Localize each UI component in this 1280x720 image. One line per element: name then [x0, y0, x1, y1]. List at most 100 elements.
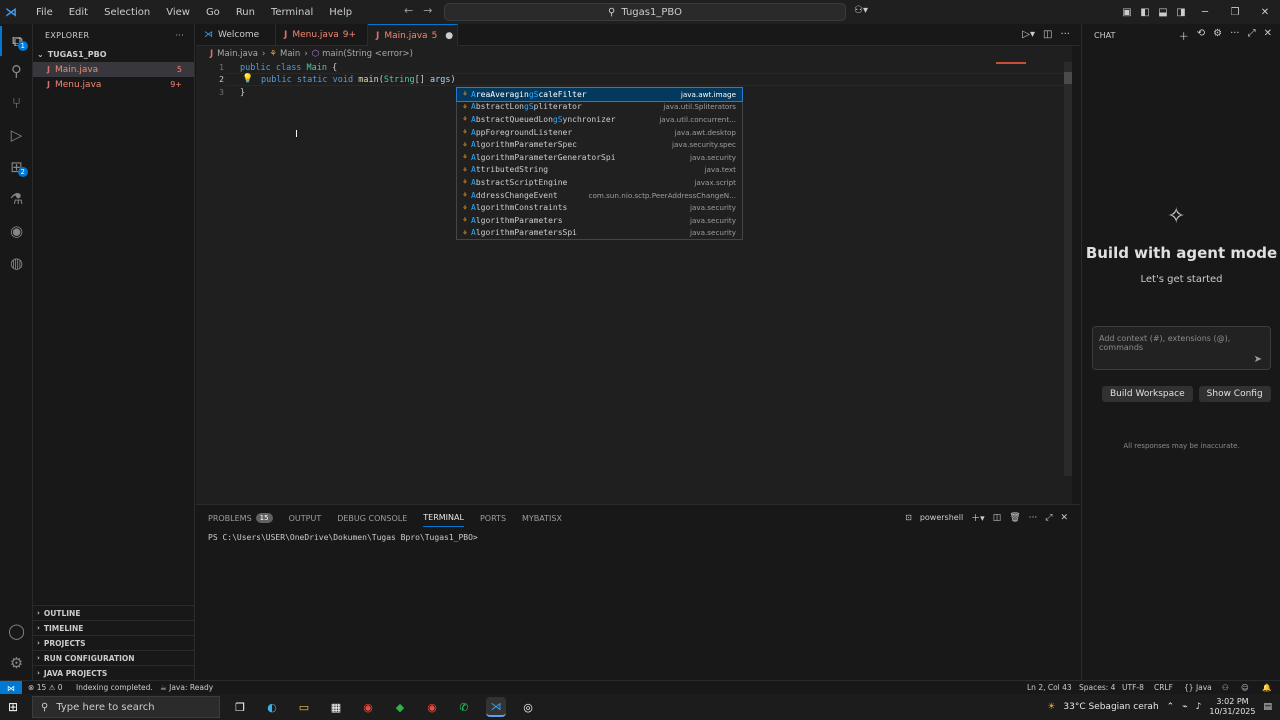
notification-icon[interactable]: ▤ — [1263, 702, 1272, 712]
gear-icon[interactable]: ⚙ — [1213, 28, 1222, 43]
close-panel-icon[interactable]: ✕ — [1060, 513, 1068, 523]
clock[interactable]: 3:02 PM 10/31/2025 — [1209, 697, 1255, 717]
indent-status[interactable]: Spaces: 4 — [1079, 683, 1115, 692]
remote-explorer-icon[interactable]: ◉ — [0, 216, 33, 246]
maximize-panel-icon[interactable]: ⤢ — [1045, 513, 1052, 523]
eol-status[interactable]: CRLF — [1154, 683, 1173, 692]
suggestion-item[interactable]: ⚘ AlgorithmConstraints java.security — [457, 201, 742, 214]
maximize-icon[interactable]: ⤢ — [1248, 28, 1256, 43]
suggestion-item[interactable]: ⚘ AddressChangeEvent com.sun.nio.sctp.Peer… — [457, 189, 742, 202]
section-outline[interactable]: › OUTLINE — [33, 605, 195, 620]
menu-go[interactable]: Go — [198, 7, 228, 18]
section-java-projects[interactable]: › JAVA PROJECTS — [33, 665, 195, 680]
section-projects[interactable]: › PROJECTS — [33, 635, 195, 650]
menu-help[interactable]: Help — [321, 7, 360, 18]
weather-text[interactable]: 33°C Sebagian cerah — [1063, 702, 1158, 712]
suggestion-item[interactable]: ⚘ AlgorithmParameterGeneratorSpi java.secu… — [457, 151, 742, 164]
shell-name[interactable]: powershell — [920, 513, 963, 522]
copilot-icon[interactable]: ⚇▾ — [854, 5, 868, 16]
remote-icon[interactable]: ⋈ — [0, 681, 22, 695]
task-view-icon[interactable]: ❐ — [230, 697, 250, 717]
split-editor-icon[interactable]: ◫ — [1043, 29, 1052, 40]
settings-gear-icon[interactable]: ⚙ — [0, 648, 33, 678]
minimize-icon[interactable]: ─ — [1190, 7, 1220, 18]
tab-welcome[interactable]: ⋊ Welcome — [196, 24, 276, 46]
more-actions-icon[interactable]: ··· — [175, 31, 184, 40]
tab-mybatisx[interactable]: MYBATISX — [522, 509, 562, 527]
windows-start-icon[interactable]: ⊞ — [8, 700, 18, 714]
file-menu-java[interactable]: J Menu.java 9+ — [33, 77, 194, 92]
whatsapp-icon[interactable]: ✆ — [454, 697, 474, 717]
suggestion-item[interactable]: ⚘ AbstractQueuedLongSynchronizer java.util… — [457, 113, 742, 126]
app-green-icon[interactable]: ◆ — [390, 697, 410, 717]
terminal-prompt[interactable]: PS C:\Users\USER\OneDrive\Dokumen\Tugas … — [208, 533, 478, 542]
app-misc-icon[interactable]: ◎ — [518, 697, 538, 717]
menu-run[interactable]: Run — [228, 7, 263, 18]
new-terminal-icon[interactable]: ＋▾ — [971, 511, 985, 524]
chrome-profile-icon[interactable]: ◉ — [422, 697, 442, 717]
copilot-status-icon[interactable]: ⚇ — [1222, 683, 1229, 692]
account-icon[interactable]: ◯ — [0, 616, 33, 646]
network-icon[interactable]: ⌁ — [1182, 702, 1187, 712]
tab-terminal[interactable]: TERMINAL — [423, 509, 464, 527]
cursor-position[interactable]: Ln 2, Col 43 — [1027, 683, 1072, 692]
tab-output[interactable]: OUTPUT — [289, 509, 322, 527]
suggestion-item[interactable]: ⚘ AppForegroundListener java.awt.desktop — [457, 126, 742, 139]
breadcrumb-file[interactable]: Main.java — [217, 49, 258, 59]
lightbulb-icon[interactable]: 💡 — [242, 74, 253, 84]
tab-main-java[interactable]: J Main.java 5 ● — [368, 24, 458, 46]
section-run-configuration[interactable]: › RUN CONFIGURATION — [33, 650, 195, 665]
java-status[interactable]: ☕ Java: Ready — [160, 683, 213, 692]
edge-icon[interactable]: ◐ — [262, 697, 282, 717]
history-icon[interactable]: ⟲ — [1197, 28, 1205, 43]
restore-icon[interactable]: ❐ — [1220, 7, 1250, 18]
close-icon[interactable]: ✕ — [1264, 28, 1272, 43]
menu-file[interactable]: File — [28, 7, 61, 18]
suggestion-item[interactable]: ⚘ AlgorithmParameterSpec java.security.spe… — [457, 138, 742, 151]
show-config-button[interactable]: Show Config — [1198, 386, 1271, 402]
layout-icon[interactable]: ▣ — [1118, 7, 1136, 18]
menu-view[interactable]: View — [158, 7, 198, 18]
vscode-taskbar-icon[interactable]: ⋊ — [486, 697, 506, 717]
editor-scrollbar[interactable] — [1064, 62, 1072, 476]
toggle-sidebar-icon[interactable]: ◧ — [1136, 7, 1154, 18]
testing-icon[interactable]: ⚗ — [0, 184, 33, 214]
more-actions-icon[interactable]: ··· — [1230, 28, 1240, 43]
store-icon[interactable]: ▦ — [326, 697, 346, 717]
explorer-icon[interactable]: ⧉ 1 — [0, 26, 33, 56]
search-view-icon[interactable]: ⚲ — [0, 56, 33, 86]
more-actions-icon[interactable]: ··· — [1060, 29, 1070, 40]
forward-arrow-icon[interactable]: → — [423, 4, 432, 17]
toggle-panel-icon[interactable]: ⬓ — [1154, 7, 1172, 18]
project-folder[interactable]: ⌄ TUGAS1_PBO — [33, 46, 194, 62]
suggestion-item[interactable]: ⚘ AbstractLongSpliterator java.util.Splite… — [457, 101, 742, 114]
run-icon[interactable]: ▷▾ — [1022, 29, 1035, 40]
chrome-icon[interactable]: ◉ — [358, 697, 378, 717]
copilot-chat-icon[interactable]: ◍ — [0, 248, 33, 278]
suggestion-item[interactable]: ⚘ AbstractScriptEngine javax.script — [457, 176, 742, 189]
tray-chevron-icon[interactable]: ⌃ — [1167, 702, 1175, 712]
toggle-secondary-sidebar-icon[interactable]: ◨ — [1172, 7, 1190, 18]
file-explorer-icon[interactable]: ▭ — [294, 697, 314, 717]
volume-icon[interactable]: ♪ — [1196, 702, 1202, 712]
chat-input[interactable]: Add context (#), extensions (@), command… — [1092, 326, 1271, 370]
problems-status[interactable]: ⊗ 15 ⚠ 0 — [28, 683, 63, 692]
close-window-icon[interactable]: ✕ — [1250, 7, 1280, 18]
menu-selection[interactable]: Selection — [96, 7, 158, 18]
tab-debug-console[interactable]: DEBUG CONSOLE — [337, 509, 407, 527]
menu-edit[interactable]: Edit — [61, 7, 96, 18]
suggestion-item[interactable]: ⚘ AlgorithmParameters java.security — [457, 214, 742, 227]
encoding-status[interactable]: UTF-8 — [1122, 683, 1144, 692]
tab-menu-java[interactable]: J Menu.java 9+ — [276, 24, 368, 46]
new-chat-icon[interactable]: ＋ — [1179, 28, 1189, 43]
language-status[interactable]: {} Java — [1184, 683, 1212, 692]
build-workspace-button[interactable]: Build Workspace — [1102, 386, 1193, 402]
more-actions-icon[interactable]: ··· — [1029, 513, 1038, 523]
suggestion-item[interactable]: ⚘ AlgorithmParametersSpi java.security — [457, 227, 742, 240]
unsaved-dot-icon[interactable]: ● — [445, 31, 453, 41]
section-timeline[interactable]: › TIMELINE — [33, 620, 195, 635]
breadcrumb-class[interactable]: Main — [280, 49, 300, 59]
tab-problems[interactable]: PROBLEMS 15 — [208, 509, 273, 527]
suggestion-item[interactable]: ⚘ AttributedString java.text — [457, 164, 742, 177]
tab-ports[interactable]: PORTS — [480, 509, 506, 527]
